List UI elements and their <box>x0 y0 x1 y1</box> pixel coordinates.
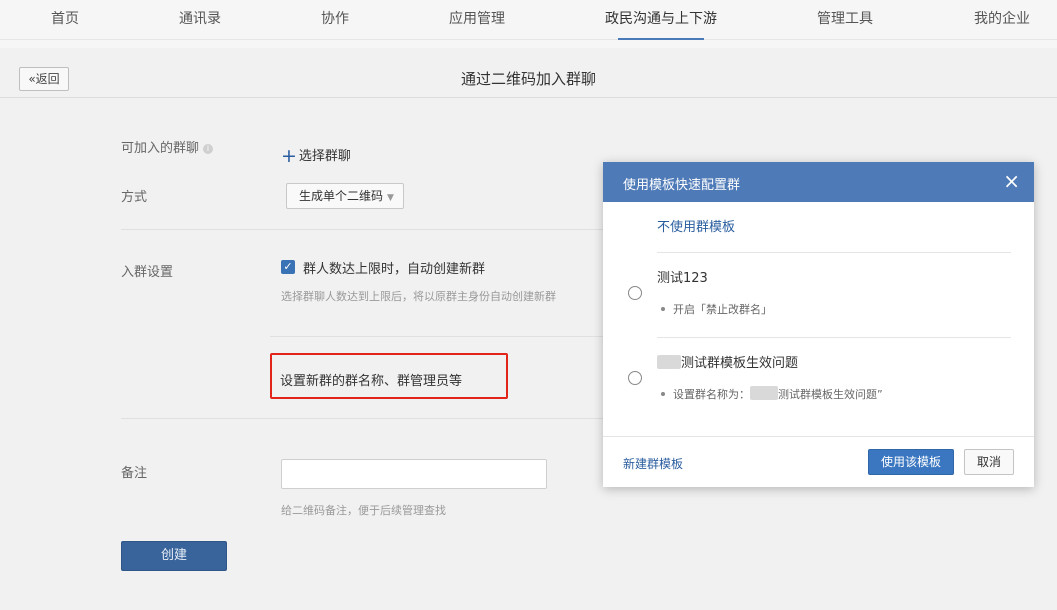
nav-item-admin-tools[interactable]: 管理工具 <box>817 0 873 40</box>
info-icon[interactable]: i <box>203 144 214 154</box>
modal-header: 使用模板快速配置群 × <box>603 162 1034 202</box>
nav-item-contacts[interactable]: 通讯录 <box>179 0 221 40</box>
nav-item-my-enterprise[interactable]: 我的企业 <box>974 0 1030 40</box>
create-button[interactable]: 创建 <box>121 541 227 571</box>
template-radio-2[interactable] <box>628 371 642 385</box>
template-modal: 使用模板快速配置群 × 不使用群模板 测试123 开启「禁止改群名」 测试群模板… <box>603 162 1034 487</box>
joinable-groups-text: 可加入的群聊 <box>121 141 200 156</box>
joinable-groups-label: 可加入的群聊 i <box>121 137 214 156</box>
method-dropdown-value: 生成单个二维码 <box>299 189 384 203</box>
nav-item-app-management[interactable]: 应用管理 <box>449 0 505 40</box>
template-detail: 设置群名称为： 测试群模板生效问题” <box>661 386 883 402</box>
remark-label: 备注 <box>121 466 148 481</box>
divider <box>657 252 1011 253</box>
caret-down-icon: ▼ <box>387 193 394 203</box>
close-icon[interactable]: × <box>1003 170 1020 192</box>
nav-item-gov-comm[interactable]: 政民沟通与上下游 <box>605 0 717 40</box>
select-group-link[interactable]: + 选择群聊 <box>281 145 351 167</box>
nav-item-collab[interactable]: 协作 <box>321 0 349 40</box>
template-name[interactable]: 测试群模板生效问题 <box>657 352 798 371</box>
method-dropdown[interactable]: 生成单个二维码 ▼ <box>286 183 404 209</box>
divider <box>657 337 1011 338</box>
use-template-button[interactable]: 使用该模板 <box>868 449 954 475</box>
no-template-option[interactable]: 不使用群模板 <box>657 216 735 235</box>
blurred-redaction <box>750 386 778 400</box>
new-template-link[interactable]: 新建群模板 <box>623 455 683 472</box>
remark-input[interactable] <box>281 459 547 489</box>
nav-item-gov-comm-label: 政民沟通与上下游 <box>605 11 717 27</box>
page-header: «返回 通过二维码加入群聊 <box>0 60 1057 98</box>
modal-title: 使用模板快速配置群 <box>623 178 741 193</box>
template-detail-prefix: 设置群名称为： <box>673 388 750 401</box>
bullet <box>661 307 665 311</box>
template-name-text: 测试群模板生效问题 <box>681 356 799 371</box>
top-nav: 首页 通讯录 协作 应用管理 政民沟通与上下游 管理工具 我的企业 <box>0 0 1057 40</box>
auto-create-hint: 选择群聊人数达到上限后，将以原群主身份自动创建新群 <box>281 290 556 303</box>
checkmark-icon: ✓ <box>283 260 293 273</box>
template-radio-1[interactable] <box>628 286 642 300</box>
template-detail: 开启「禁止改群名」 <box>661 301 772 317</box>
plus-icon: + <box>281 145 297 167</box>
nav-item-home[interactable]: 首页 <box>51 0 79 40</box>
auto-create-checkbox[interactable]: ✓ <box>281 260 295 274</box>
join-settings-label: 入群设置 <box>121 265 174 280</box>
select-group-text: 选择群聊 <box>298 149 351 164</box>
remark-hint: 给二维码备注，便于后续管理查找 <box>281 504 446 517</box>
template-detail-text: 开启「禁止改群名」 <box>673 303 772 316</box>
nav-active-underline <box>618 38 704 40</box>
method-label: 方式 <box>121 190 148 205</box>
modal-footer: 新建群模板 使用该模板 取消 <box>603 436 1034 487</box>
bullet <box>661 392 665 396</box>
cancel-button[interactable]: 取消 <box>964 449 1014 475</box>
blurred-redaction <box>657 355 681 369</box>
page-title: 通过二维码加入群聊 <box>460 70 596 88</box>
template-name[interactable]: 测试123 <box>657 267 708 286</box>
new-group-settings-link[interactable]: 设置新群的群名称、群管理员等 <box>280 370 462 389</box>
template-detail-suffix: 测试群模板生效问题” <box>778 388 883 401</box>
auto-create-label[interactable]: 群人数达上限时，自动创建新群 <box>303 258 485 277</box>
